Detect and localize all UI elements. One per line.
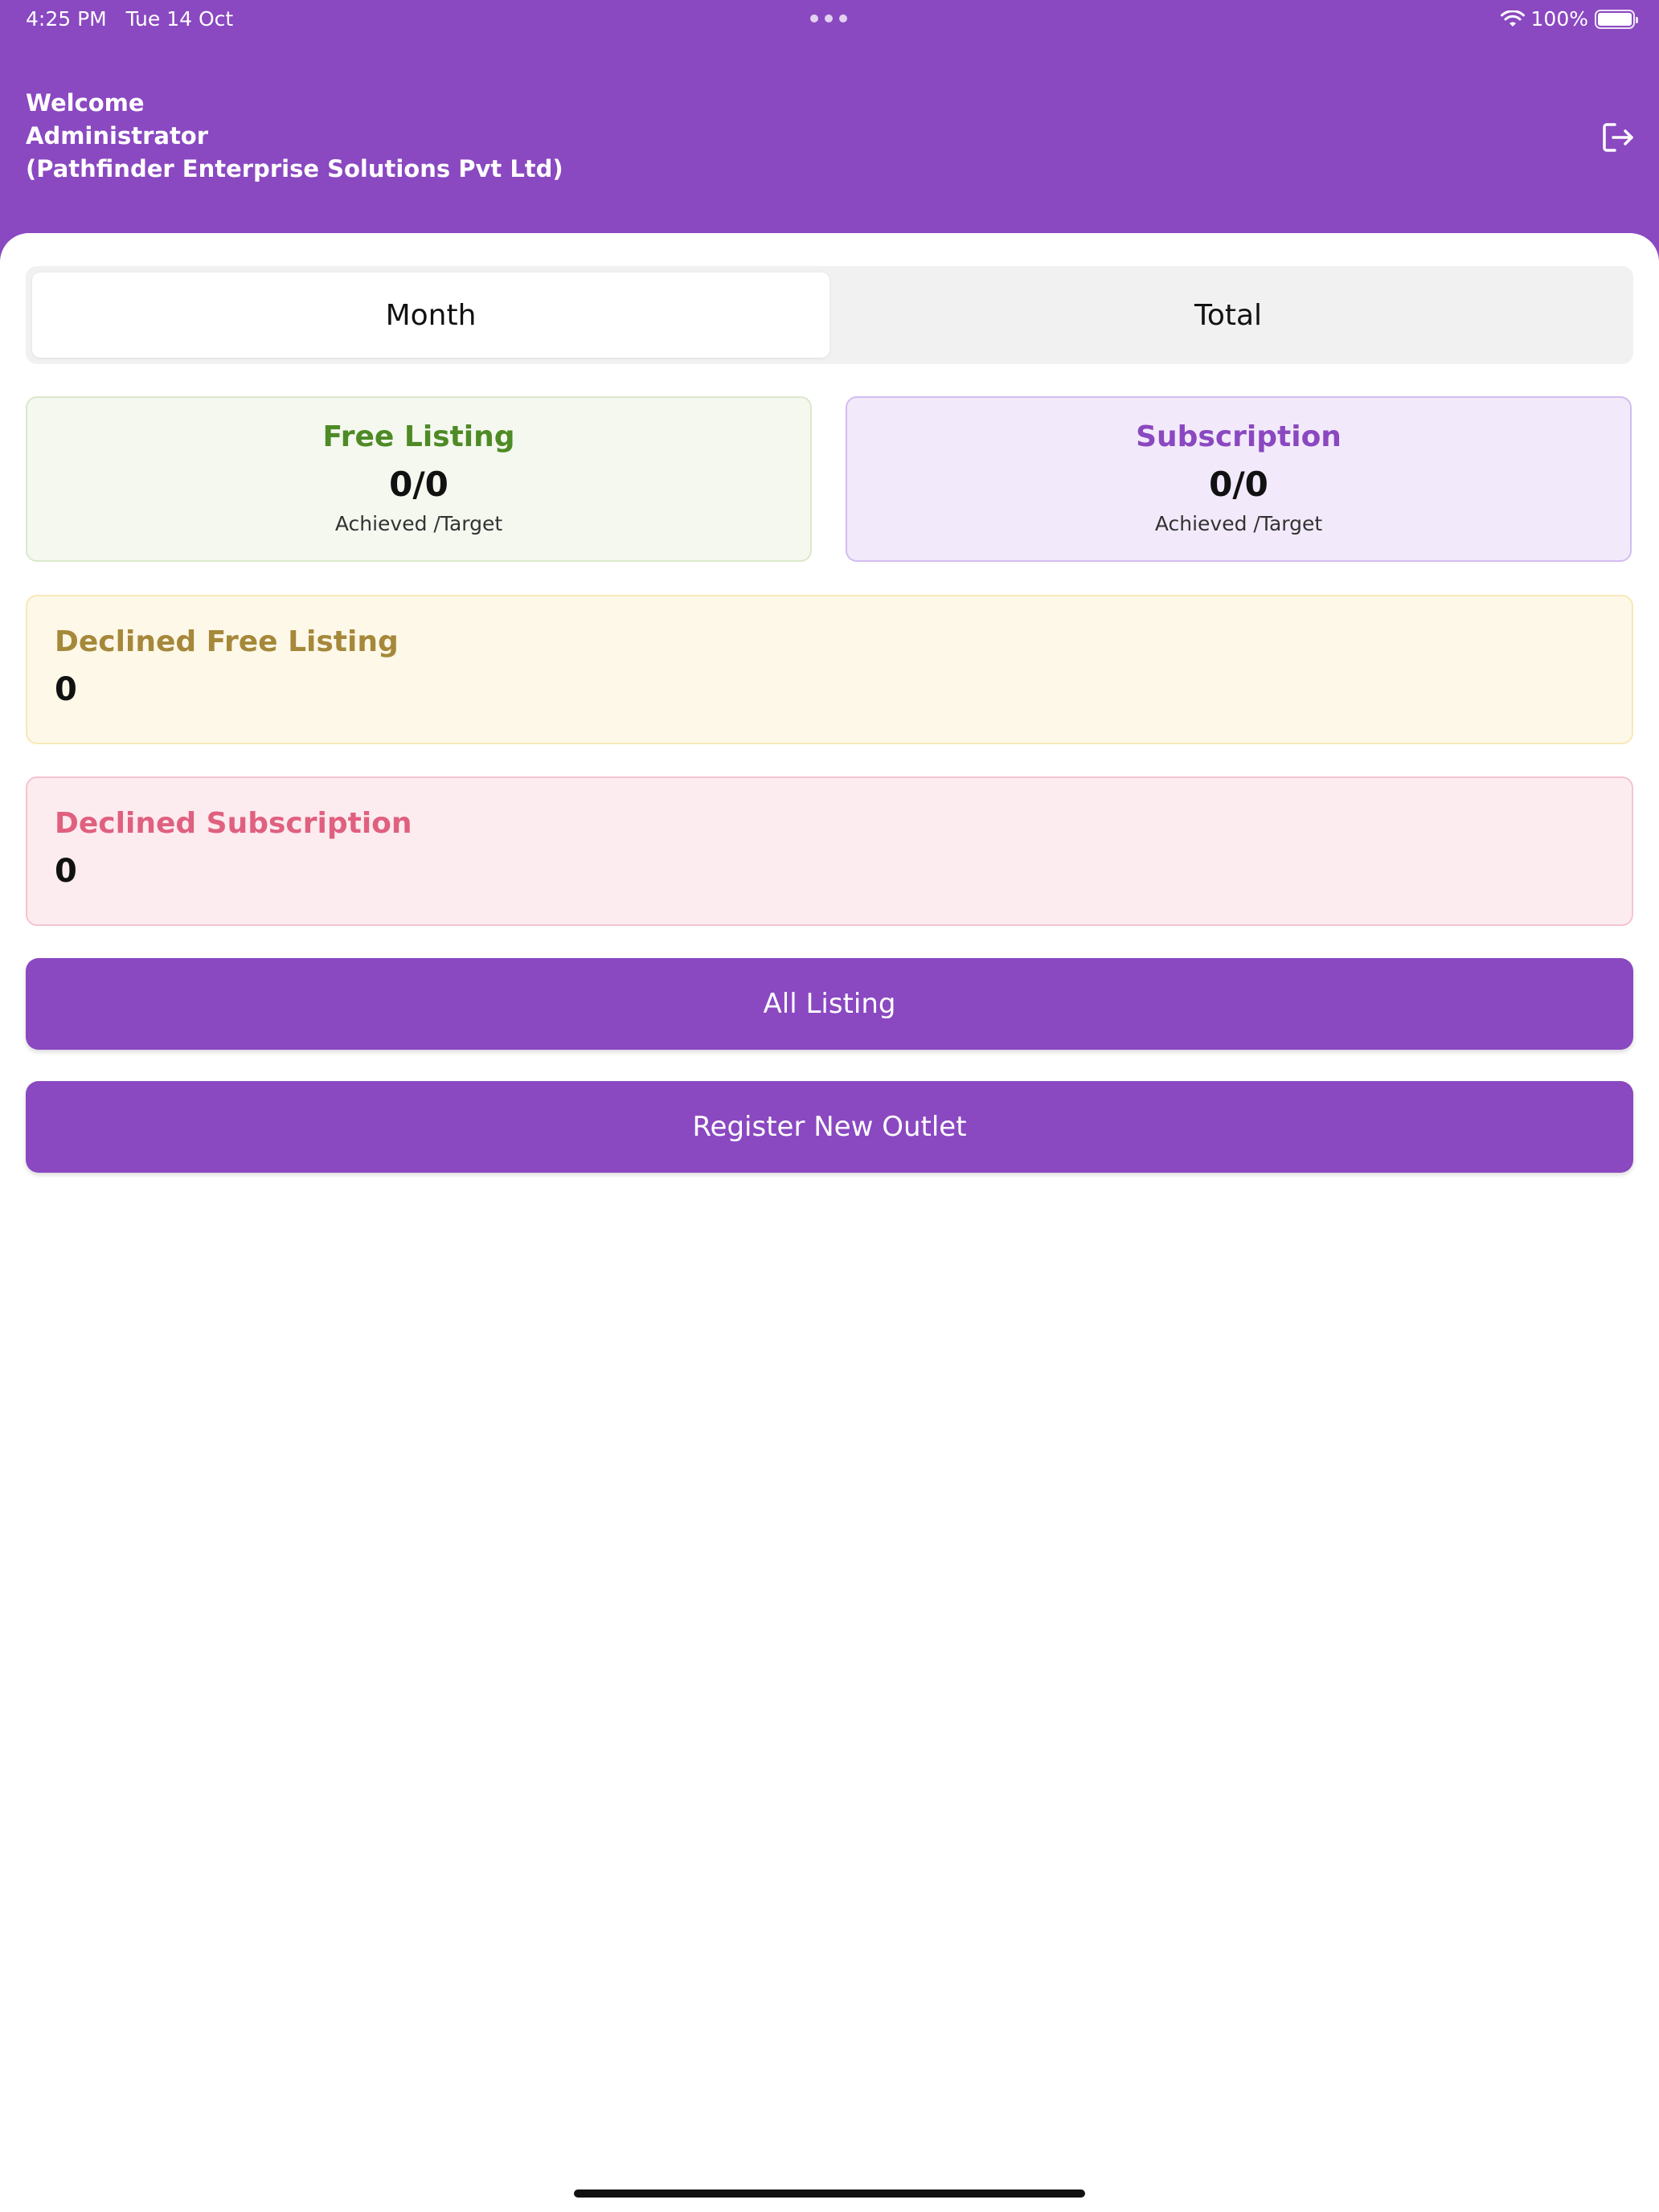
tab-total[interactable]: Total [830,272,1627,358]
logout-icon [1603,123,1633,152]
battery-level [1598,12,1632,26]
tab-month[interactable]: Month [32,272,830,358]
home-indicator[interactable] [574,2189,1085,2198]
subscription-card[interactable]: Subscription 0/0 Achieved /Target [846,396,1632,562]
logout-button[interactable] [1600,119,1636,156]
declined-free-listing-card[interactable]: Declined Free Listing 0 [26,595,1633,744]
battery-percent: 100% [1530,7,1588,31]
period-segmented-control: Month Total [26,266,1633,364]
status-date-text: Tue 14 Oct [125,7,234,31]
free-listing-caption: Achieved /Target [334,512,503,535]
declined-subscription-title: Declined Subscription [55,807,412,840]
all-listing-button[interactable]: All Listing [26,958,1633,1050]
free-listing-value: 0/0 [389,465,449,504]
welcome-header: Welcome Administrator (Pathfinder Enterp… [26,87,563,186]
multitasking-dots-icon[interactable] [810,14,847,23]
main-content: Month Total Free Listing 0/0 Achieved /T… [0,233,1659,2212]
subscription-value: 0/0 [1209,465,1268,504]
user-role: Administrator [26,122,209,150]
free-listing-card[interactable]: Free Listing 0/0 Achieved /Target [26,396,812,562]
status-time: 4:25 PM Tue 14 Oct [26,7,233,31]
declined-subscription-card[interactable]: Declined Subscription 0 [26,776,1633,926]
declined-free-listing-value: 0 [55,671,77,708]
status-indicators: 100% [1500,7,1638,31]
status-time-text: 4:25 PM [26,7,107,31]
welcome-line: Welcome [26,89,145,117]
declined-free-listing-title: Declined Free Listing [55,625,399,658]
battery-icon [1595,9,1638,29]
status-bar: 4:25 PM Tue 14 Oct 100% [0,0,1659,40]
free-listing-title: Free Listing [322,420,515,453]
register-new-outlet-button[interactable]: Register New Outlet [26,1081,1633,1173]
declined-subscription-value: 0 [55,853,77,890]
wifi-icon [1500,10,1525,27]
subscription-caption: Achieved /Target [1154,512,1323,535]
company-name: (Pathfinder Enterprise Solutions Pvt Ltd… [26,155,563,182]
subscription-title: Subscription [1136,420,1342,453]
